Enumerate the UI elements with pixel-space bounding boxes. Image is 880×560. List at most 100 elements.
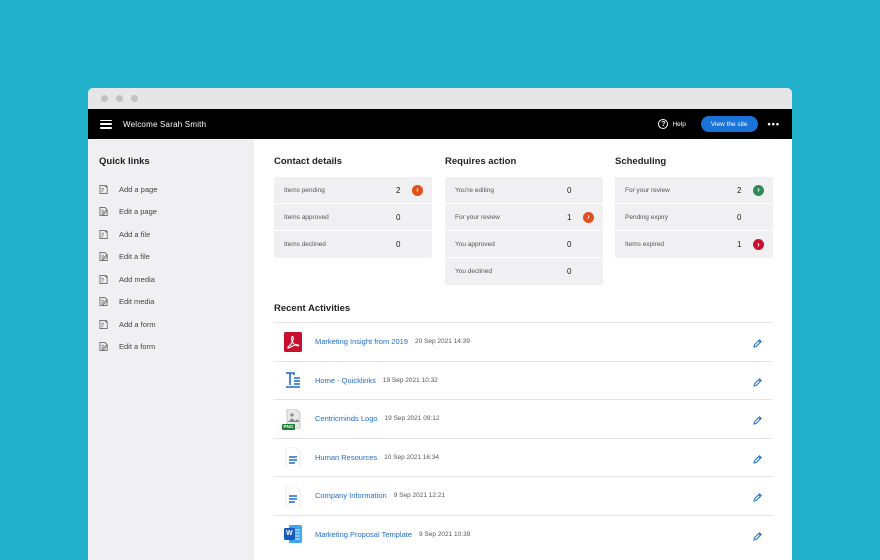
quick-link-label: Edit a file bbox=[119, 252, 150, 262]
quick-link-label: Add a file bbox=[119, 229, 151, 239]
quick-links-sidebar: Quick links Add a page Edit a page Add a f… bbox=[88, 139, 254, 560]
quick-link-item[interactable]: Edit a form bbox=[99, 336, 254, 359]
png-image-icon: PNG bbox=[282, 408, 303, 430]
status-label: Items declined bbox=[284, 241, 326, 248]
chevron-right-icon[interactable]: › bbox=[412, 184, 423, 196]
status-row: You approved 0 bbox=[445, 231, 603, 258]
welcome-text: Welcome Sarah Smith bbox=[123, 119, 207, 129]
status-row[interactable]: Items expired 1 › bbox=[615, 231, 773, 258]
document-icon bbox=[283, 485, 303, 506]
help-link[interactable]: ? Help bbox=[658, 119, 686, 129]
quick-link-item[interactable]: Edit a page bbox=[99, 201, 254, 224]
status-row: Items approved 0 bbox=[274, 204, 432, 231]
top-bar: Welcome Sarah Smith ? Help View the site… bbox=[88, 109, 792, 139]
status-count: 0 bbox=[567, 185, 572, 195]
hamburger-icon[interactable] bbox=[100, 119, 112, 129]
status-count: 2 bbox=[737, 185, 742, 195]
status-label: For your review bbox=[455, 213, 500, 221]
activity-row: PNG Centricminds Logo 19 Sep 2021 09:12 bbox=[274, 399, 772, 438]
window-dot bbox=[131, 95, 138, 102]
contact-details-title: Contact details bbox=[274, 156, 343, 167]
edit-page-icon bbox=[99, 206, 109, 217]
view-site-button[interactable]: View the site bbox=[700, 116, 758, 132]
activity-date: 19 Sep 2021 10:32 bbox=[382, 376, 438, 384]
text-page-icon bbox=[283, 370, 303, 390]
window-dot bbox=[116, 95, 123, 102]
quick-link-label: Add media bbox=[119, 274, 155, 284]
window-chrome bbox=[88, 88, 792, 109]
quick-link-label: Edit a form bbox=[119, 342, 156, 352]
status-label: Items expired bbox=[625, 241, 665, 248]
quick-link-label: Edit a page bbox=[119, 207, 157, 217]
edit-icon[interactable] bbox=[752, 490, 763, 502]
status-label: Items pending bbox=[284, 186, 325, 194]
contact-details-card: Items pending 2 › Items approved 0 Items decl… bbox=[274, 177, 432, 258]
edit-icon[interactable] bbox=[752, 529, 763, 541]
scheduling-card: For your review 2 › Pending expiry 0 Items ex… bbox=[615, 177, 773, 258]
activity-link[interactable]: Marketing Proposal Template bbox=[315, 530, 412, 539]
activity-date: 19 Sep 2021 09:12 bbox=[384, 415, 440, 423]
activity-date: 9 Sep 2021 12:21 bbox=[393, 492, 446, 500]
activity-date: 20 Sep 2021 14:39 bbox=[414, 338, 470, 346]
activity-link[interactable]: Company Information bbox=[315, 491, 387, 500]
add-page-icon bbox=[99, 184, 109, 195]
activity-link[interactable]: Home - Quicklinks bbox=[315, 376, 376, 385]
edit-icon[interactable] bbox=[752, 336, 763, 348]
status-label: For your review bbox=[625, 186, 670, 194]
quick-link-item[interactable]: Edit media bbox=[99, 291, 254, 314]
activity-date: 9 Sep 2021 10:39 bbox=[419, 530, 471, 538]
quick-links-title: Quick links bbox=[99, 156, 150, 167]
window-dot bbox=[101, 95, 108, 102]
more-icon[interactable]: ••• bbox=[768, 119, 780, 129]
requires-action-title: Requires action bbox=[445, 156, 517, 167]
word-icon: W bbox=[283, 524, 303, 544]
quick-link-item[interactable]: Add media bbox=[99, 268, 254, 291]
add-form-icon bbox=[99, 319, 109, 330]
status-row: Pending expiry 0 bbox=[615, 204, 773, 231]
dashboard-main: Contact details Items pending 2 › Items app… bbox=[254, 139, 792, 560]
activity-row: Company Information 9 Sep 2021 12:21 bbox=[274, 476, 772, 515]
status-label: You declined bbox=[455, 268, 492, 275]
status-row[interactable]: For your review 2 › bbox=[615, 177, 773, 204]
document-icon bbox=[283, 447, 303, 468]
chevron-right-icon[interactable]: › bbox=[753, 239, 764, 250]
status-row: You declined 0 bbox=[445, 258, 603, 285]
activity-link[interactable]: Centricminds Logo bbox=[315, 414, 378, 423]
activity-date: 10 Sep 2021 16:34 bbox=[384, 453, 440, 461]
status-count: 0 bbox=[396, 240, 401, 249]
edit-media-icon bbox=[99, 296, 109, 307]
quick-link-item[interactable]: Add a form bbox=[99, 313, 254, 336]
quick-link-label: Add a form bbox=[119, 319, 156, 329]
quick-link-label: Edit media bbox=[119, 297, 155, 307]
status-count: 0 bbox=[567, 239, 572, 249]
activity-link[interactable]: Marketing Insight from 2019 bbox=[315, 337, 408, 346]
quick-link-item[interactable]: Add a page bbox=[99, 178, 254, 201]
app-window: Welcome Sarah Smith ? Help View the site… bbox=[88, 88, 792, 560]
activity-link[interactable]: Human Resources bbox=[315, 453, 377, 462]
status-row[interactable]: Items pending 2 › bbox=[274, 177, 432, 204]
edit-file-icon bbox=[99, 251, 109, 262]
quick-link-label: Add a page bbox=[119, 184, 158, 194]
recent-activities-title: Recent Activities bbox=[274, 303, 351, 314]
pdf-icon bbox=[283, 331, 303, 352]
status-label: Items approved bbox=[284, 213, 329, 221]
edit-icon[interactable] bbox=[752, 375, 763, 387]
edit-icon[interactable] bbox=[752, 413, 763, 425]
edit-icon[interactable] bbox=[752, 452, 763, 464]
activity-row: Human Resources 10 Sep 2021 16:34 bbox=[274, 437, 772, 477]
status-count: 0 bbox=[737, 212, 742, 222]
activity-row: W Marketing Proposal Template 9 Sep 2021 1… bbox=[274, 514, 772, 554]
add-media-icon bbox=[99, 274, 109, 285]
scheduling-title: Scheduling bbox=[615, 156, 667, 167]
activity-row: Marketing Insight from 2019 20 Sep 2021 1… bbox=[274, 322, 772, 361]
edit-form-icon bbox=[99, 341, 109, 352]
status-row[interactable]: For your review 1 › bbox=[445, 204, 603, 231]
recent-activities-list: Marketing Insight from 2019 20 Sep 2021 1… bbox=[274, 322, 772, 553]
quick-link-item[interactable]: Add a file bbox=[99, 223, 254, 246]
status-count: 2 bbox=[396, 185, 401, 195]
chevron-right-icon[interactable]: › bbox=[753, 184, 764, 196]
chevron-right-icon[interactable]: › bbox=[583, 211, 594, 223]
quick-link-item[interactable]: Edit a file bbox=[99, 246, 254, 269]
help-label: Help bbox=[672, 120, 686, 128]
status-label: Pending expiry bbox=[625, 213, 668, 221]
